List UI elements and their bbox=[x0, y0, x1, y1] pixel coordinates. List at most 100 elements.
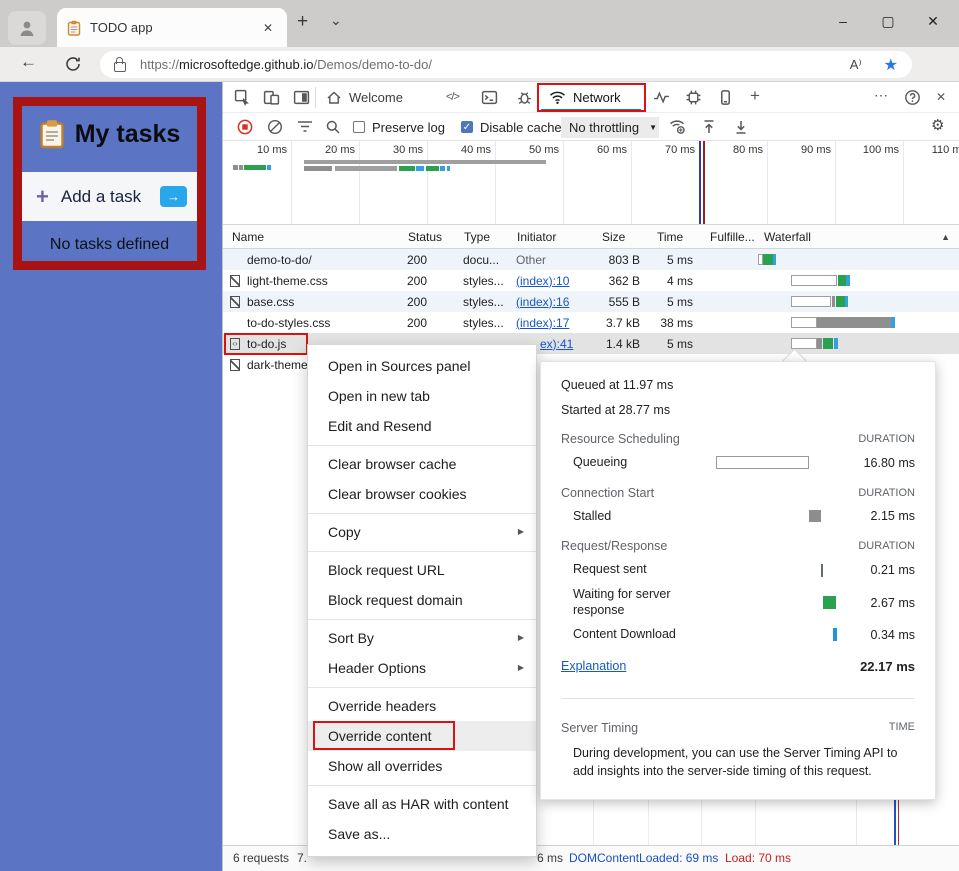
request-name[interactable]: to-do-styles.css bbox=[223, 316, 399, 330]
search-icon[interactable] bbox=[325, 119, 341, 135]
menu-item[interactable]: Clear browser cache bbox=[308, 449, 536, 479]
request-waterfall[interactable] bbox=[755, 333, 959, 354]
performance-icon[interactable] bbox=[653, 89, 670, 106]
column-header[interactable]: Size bbox=[593, 230, 648, 244]
window-maximize-button[interactable]: ▢ bbox=[871, 6, 905, 36]
more-tabs-button[interactable]: + bbox=[750, 86, 760, 106]
window-minimize-button[interactable]: – bbox=[826, 6, 860, 36]
read-aloud-icon[interactable]: A⁾ bbox=[850, 57, 862, 73]
column-header[interactable]: Initiator bbox=[508, 230, 593, 244]
help-icon[interactable] bbox=[904, 89, 921, 106]
preserve-log-checkbox[interactable] bbox=[353, 121, 365, 133]
column-header[interactable]: Type bbox=[455, 230, 508, 244]
favorite-star-icon[interactable]: ★ bbox=[884, 55, 898, 75]
column-header[interactable]: Status bbox=[399, 230, 455, 244]
menu-item[interactable]: Block request URL bbox=[308, 555, 536, 585]
console-icon[interactable] bbox=[481, 89, 498, 106]
column-header[interactable]: Name bbox=[223, 230, 399, 244]
new-tab-button[interactable]: + bbox=[297, 11, 308, 33]
throttling-select[interactable]: No throttling ▼ bbox=[561, 117, 659, 138]
browser-tab[interactable]: TODO app ✕ bbox=[57, 8, 287, 47]
request-name[interactable]: light-theme.css bbox=[223, 274, 399, 288]
dock-side-icon[interactable] bbox=[293, 89, 310, 106]
profile-avatar[interactable] bbox=[8, 11, 46, 45]
menu-item[interactable]: Block request domain bbox=[308, 585, 536, 615]
timing-section-header: Connection StartDURATION bbox=[561, 486, 915, 500]
ruler-tick-label: 40 ms bbox=[433, 144, 491, 156]
menu-item[interactable]: Clear browser cookies bbox=[308, 479, 536, 509]
table-row[interactable]: demo-to-do/200docu...Other803 B5 ms bbox=[223, 249, 959, 270]
lock-icon[interactable] bbox=[114, 62, 126, 72]
request-name[interactable]: demo-to-do/ bbox=[223, 253, 399, 267]
add-task-label[interactable]: Add a task bbox=[61, 187, 160, 207]
request-name[interactable]: base.css bbox=[223, 295, 399, 309]
tab-search-caret-icon[interactable]: ⌄ bbox=[330, 12, 342, 29]
overview-bar bbox=[335, 166, 397, 171]
explanation-link[interactable]: Explanation bbox=[561, 659, 626, 673]
disable-cache-label[interactable]: Disable cache bbox=[480, 120, 562, 135]
add-task-bar[interactable]: + Add a task → bbox=[22, 172, 197, 221]
add-task-submit-button[interactable]: → bbox=[160, 186, 187, 207]
request-status: 200 bbox=[399, 316, 455, 330]
record-icon[interactable] bbox=[237, 119, 253, 135]
column-header[interactable]: Waterfall bbox=[755, 230, 959, 244]
table-row[interactable]: light-theme.css200styles...(index):10362… bbox=[223, 270, 959, 291]
back-button[interactable]: ← bbox=[20, 52, 37, 72]
inspect-icon[interactable] bbox=[234, 89, 251, 106]
request-waterfall[interactable] bbox=[755, 312, 959, 333]
menu-item[interactable]: Save all as HAR with content bbox=[308, 789, 536, 819]
window-close-button[interactable]: ✕ bbox=[916, 6, 950, 36]
menu-item[interactable]: Save as... bbox=[308, 819, 536, 849]
request-size: 1.4 kB bbox=[593, 337, 648, 351]
request-type: styles... bbox=[455, 316, 508, 330]
table-row[interactable]: base.css200styles...(index):16555 B5 ms bbox=[223, 291, 959, 312]
menu-item[interactable]: Sort By▶ bbox=[308, 623, 536, 653]
menu-item[interactable]: Header Options▶ bbox=[308, 653, 536, 683]
clear-icon[interactable] bbox=[267, 119, 283, 135]
network-conditions-icon[interactable] bbox=[669, 119, 686, 135]
request-waterfall[interactable] bbox=[755, 249, 959, 270]
request-initiator: Other bbox=[508, 253, 593, 267]
menu-item[interactable]: Open in Sources panel bbox=[308, 351, 536, 381]
menu-item[interactable]: Open in new tab bbox=[308, 381, 536, 411]
export-har-icon[interactable] bbox=[733, 119, 749, 135]
device-emulation-icon[interactable] bbox=[263, 89, 280, 106]
network-settings-gear-icon[interactable]: ⚙ bbox=[931, 116, 944, 134]
devtools-more-icon[interactable]: ⋯ bbox=[874, 87, 888, 104]
tab-close-icon[interactable]: ✕ bbox=[259, 19, 277, 37]
request-status: 200 bbox=[399, 253, 455, 267]
tab-welcome[interactable]: Welcome bbox=[326, 82, 403, 113]
disable-cache-checkbox[interactable]: ✓ bbox=[461, 121, 473, 133]
requests-count: 6 requests bbox=[233, 851, 289, 865]
request-waterfall[interactable] bbox=[755, 270, 959, 291]
memory-icon[interactable] bbox=[685, 89, 702, 106]
waterfall-bar bbox=[846, 275, 850, 286]
menu-item[interactable]: Override headers bbox=[308, 691, 536, 721]
requests-table-header[interactable]: NameStatusTypeInitiatorSizeTimeFulfille.… bbox=[223, 225, 959, 249]
menu-item[interactable]: Show all overrides bbox=[308, 751, 536, 781]
refresh-icon[interactable] bbox=[64, 55, 82, 73]
network-overview[interactable]: 10 ms20 ms30 ms40 ms50 ms60 ms70 ms80 ms… bbox=[223, 141, 959, 225]
overview-bar bbox=[233, 165, 238, 170]
ruler-gridline bbox=[495, 141, 496, 225]
menu-separator bbox=[308, 785, 536, 786]
column-header[interactable]: Time bbox=[648, 230, 701, 244]
filter-icon[interactable] bbox=[297, 121, 313, 133]
preserve-log-label[interactable]: Preserve log bbox=[372, 120, 445, 135]
debug-icon[interactable] bbox=[516, 89, 533, 106]
url-text[interactable]: https://microsoftedge.github.io/Demos/de… bbox=[140, 57, 850, 72]
sources-icon[interactable]: </> bbox=[446, 91, 459, 103]
url-bar[interactable]: https://microsoftedge.github.io/Demos/de… bbox=[100, 51, 912, 78]
overview-bar bbox=[399, 166, 415, 171]
column-header[interactable]: Fulfille... bbox=[701, 230, 755, 244]
request-waterfall[interactable] bbox=[755, 291, 959, 312]
menu-item[interactable]: Override content bbox=[308, 721, 536, 751]
import-har-icon[interactable] bbox=[701, 119, 717, 135]
menu-item[interactable]: Copy▶ bbox=[308, 517, 536, 547]
sort-ascending-icon[interactable]: ▲ bbox=[941, 232, 950, 242]
menu-item[interactable]: Edit and Resend bbox=[308, 411, 536, 441]
timing-row: Request sent0.21 ms bbox=[561, 562, 915, 578]
application-icon[interactable] bbox=[717, 89, 734, 106]
table-row[interactable]: to-do-styles.css200styles...(index):173.… bbox=[223, 312, 959, 333]
devtools-close-icon[interactable]: ✕ bbox=[936, 90, 946, 104]
